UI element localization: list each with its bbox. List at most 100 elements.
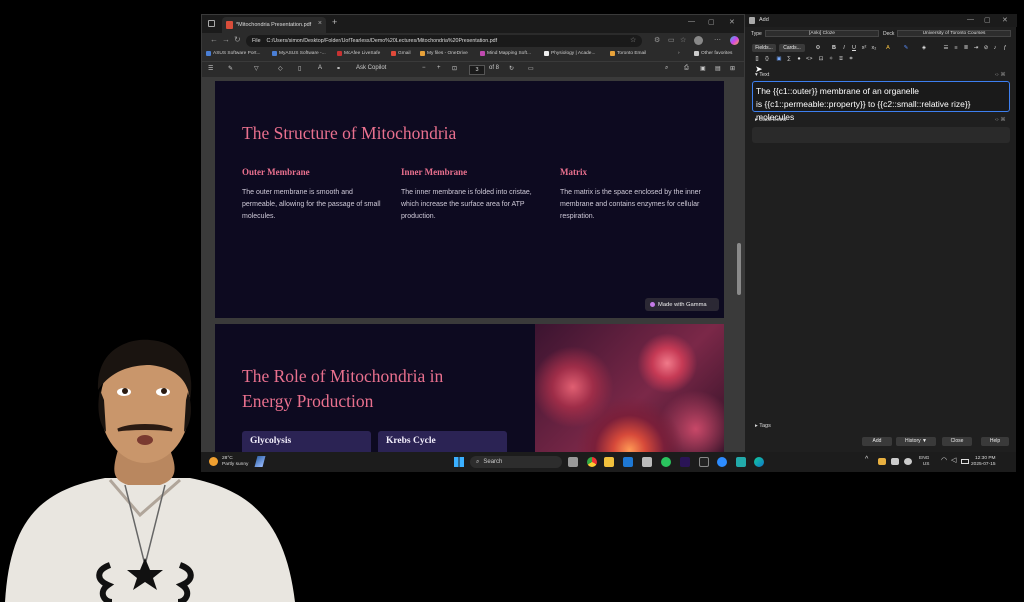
fit-page-icon[interactable]: ⊡ bbox=[452, 65, 457, 72]
erase-icon[interactable]: ◇ bbox=[278, 65, 283, 72]
image-occlusion-icon[interactable]: ▣ bbox=[776, 56, 782, 62]
maximize-icon[interactable]: ▢ bbox=[708, 18, 715, 26]
page-view-icon[interactable]: ▭ bbox=[528, 65, 534, 72]
add-button[interactable]: Add bbox=[862, 437, 892, 446]
bookmark-item[interactable]: Mind Mapping Soft... bbox=[480, 51, 531, 56]
zoom-out-button[interactable]: − bbox=[422, 65, 426, 71]
close-window-icon[interactable]: ✕ bbox=[1002, 16, 1008, 24]
tool-icon[interactable]: ⌸ bbox=[838, 56, 844, 62]
split-screen-icon[interactable]: ▭ bbox=[668, 36, 675, 44]
attach-icon[interactable]: ⊘ bbox=[983, 45, 989, 51]
view-icon[interactable]: ▯ bbox=[298, 65, 301, 72]
refresh-icon[interactable]: ↻ bbox=[234, 35, 241, 44]
cards-button[interactable]: Cards... bbox=[779, 44, 805, 52]
minimize-icon[interactable]: — bbox=[688, 18, 695, 25]
sidebar-toggle-icon[interactable] bbox=[208, 20, 215, 27]
favorite-star-icon[interactable]: ☆ bbox=[630, 36, 636, 44]
numbered-list-icon[interactable]: ≡ bbox=[953, 45, 959, 51]
minimize-icon[interactable]: — bbox=[967, 16, 974, 23]
italic-icon[interactable]: I bbox=[841, 45, 847, 51]
back-icon[interactable]: ← bbox=[210, 35, 218, 44]
note-type-select[interactable]: [Ankı] Cloze bbox=[765, 30, 879, 37]
deck-select[interactable]: University of Toronto Courses bbox=[897, 30, 1011, 37]
math-icon[interactable]: ƒ bbox=[1002, 45, 1008, 51]
highlight-icon[interactable]: ✎ bbox=[228, 65, 233, 72]
volume-icon[interactable]: ◁ bbox=[951, 456, 956, 464]
underline-icon[interactable]: U bbox=[851, 45, 857, 51]
cloze-same-icon[interactable]: {} bbox=[764, 56, 770, 62]
forward-icon[interactable]: → bbox=[222, 35, 230, 44]
chevron-up-icon[interactable]: ^ bbox=[865, 456, 868, 463]
favorites-icon[interactable]: ☆ bbox=[680, 36, 686, 44]
app-icon[interactable] bbox=[736, 457, 746, 467]
cloze-icon[interactable]: [] bbox=[754, 56, 760, 62]
battery-icon[interactable] bbox=[961, 459, 969, 464]
taskbar-search[interactable]: ⌕ Search bbox=[470, 456, 562, 468]
tray-icon[interactable] bbox=[904, 458, 912, 465]
comment-icon[interactable]: ● bbox=[796, 56, 802, 62]
whatsapp-icon[interactable] bbox=[661, 457, 671, 467]
bookmark-item[interactable]: MyASUS Software -... bbox=[272, 51, 326, 56]
save-icon[interactable]: ▣ bbox=[700, 65, 706, 72]
bookmark-item[interactable]: Gmail bbox=[391, 51, 411, 56]
save-as-icon[interactable]: ▤ bbox=[715, 65, 721, 72]
tool-icon[interactable]: ⌗ bbox=[848, 56, 854, 62]
copilot-small-icon[interactable]: ⚭ bbox=[336, 65, 341, 72]
tray-icon[interactable] bbox=[891, 458, 899, 465]
bookmark-item[interactable]: Physiology | Acade... bbox=[544, 51, 595, 56]
align-icon[interactable]: ≣ bbox=[963, 45, 969, 51]
eraser-icon[interactable]: ◈ bbox=[921, 45, 927, 51]
language-indicator[interactable]: ENG US bbox=[919, 456, 929, 468]
ask-copilot-button[interactable]: Ask Copilot bbox=[356, 65, 386, 71]
close-button[interactable]: Close bbox=[942, 437, 972, 446]
html-editor-icon[interactable]: <> bbox=[806, 56, 812, 62]
new-tab-button[interactable]: + bbox=[332, 17, 337, 27]
address-bar[interactable]: File C:/Users/simon/Desktop/Folder/UofTe… bbox=[246, 35, 642, 47]
help-button[interactable]: Help bbox=[981, 437, 1009, 446]
search-icon[interactable]: ⌕ bbox=[665, 65, 668, 72]
bookmark-item[interactable]: My files - OneDrive bbox=[420, 51, 468, 56]
back-extra-field-editor[interactable] bbox=[752, 127, 1010, 143]
clock[interactable]: 12:30 PM 2025-07-15 bbox=[971, 456, 996, 468]
bookmark-item[interactable]: ASUS Software Port... bbox=[206, 51, 260, 56]
highlight-color-icon[interactable]: ✎ bbox=[903, 45, 909, 51]
task-view-icon[interactable] bbox=[568, 457, 578, 467]
bold-icon[interactable]: B bbox=[831, 45, 837, 51]
close-tab-icon[interactable]: × bbox=[318, 20, 322, 27]
premiere-icon[interactable] bbox=[680, 457, 690, 467]
extensions-icon[interactable]: ⚙ bbox=[654, 36, 660, 44]
text-color-icon[interactable]: A bbox=[885, 45, 891, 51]
record-audio-icon[interactable]: ♪ bbox=[992, 45, 998, 51]
fields-button[interactable]: Fields... bbox=[752, 44, 776, 52]
chevron-right-icon[interactable]: › bbox=[678, 51, 680, 56]
tool-icon[interactable]: ✧ bbox=[828, 56, 834, 62]
made-with-gamma-badge[interactable]: Made with Gamma bbox=[645, 298, 719, 311]
other-favorites[interactable]: Other favorites bbox=[694, 51, 732, 56]
copilot-icon[interactable] bbox=[730, 36, 739, 45]
page-number-input[interactable]: 3 bbox=[469, 65, 485, 75]
file-explorer-icon[interactable] bbox=[604, 457, 614, 467]
tool-icon[interactable]: ⊡ bbox=[818, 56, 824, 62]
outlook-icon[interactable] bbox=[623, 457, 633, 467]
mathjax-icon[interactable]: ∑ bbox=[786, 56, 792, 62]
app-icon[interactable] bbox=[642, 457, 652, 467]
read-aloud-icon[interactable]: A bbox=[318, 65, 322, 71]
bookmark-item[interactable]: McAfee LiveSafe bbox=[337, 51, 380, 56]
app-icon[interactable] bbox=[699, 457, 709, 467]
pin-icon[interactable]: ⊞ bbox=[730, 65, 735, 72]
zoom-in-button[interactable]: + bbox=[437, 65, 441, 71]
start-button[interactable] bbox=[454, 457, 464, 467]
scrollbar-thumb[interactable] bbox=[737, 243, 741, 295]
print-icon[interactable]: ⎙ bbox=[684, 65, 689, 72]
more-menu-icon[interactable]: ⋯ bbox=[714, 36, 721, 44]
profile-avatar[interactable] bbox=[694, 36, 703, 45]
rotate-icon[interactable]: ↻ bbox=[509, 65, 514, 72]
field-options-icon[interactable]: ‹› ⌘ bbox=[995, 72, 1006, 78]
settings-icon[interactable]: ⚙ bbox=[815, 45, 821, 51]
tray-icon[interactable] bbox=[878, 458, 886, 465]
tags-label[interactable]: ▸ Tags bbox=[755, 423, 771, 429]
bullet-list-icon[interactable]: ☰ bbox=[943, 45, 949, 51]
text-field-editor[interactable]: The {{c1::outer}} membrane of an organel… bbox=[752, 81, 1010, 122]
indent-icon[interactable]: ⇥ bbox=[973, 45, 979, 51]
bookmark-item[interactable]: Toronto Email bbox=[610, 51, 646, 56]
